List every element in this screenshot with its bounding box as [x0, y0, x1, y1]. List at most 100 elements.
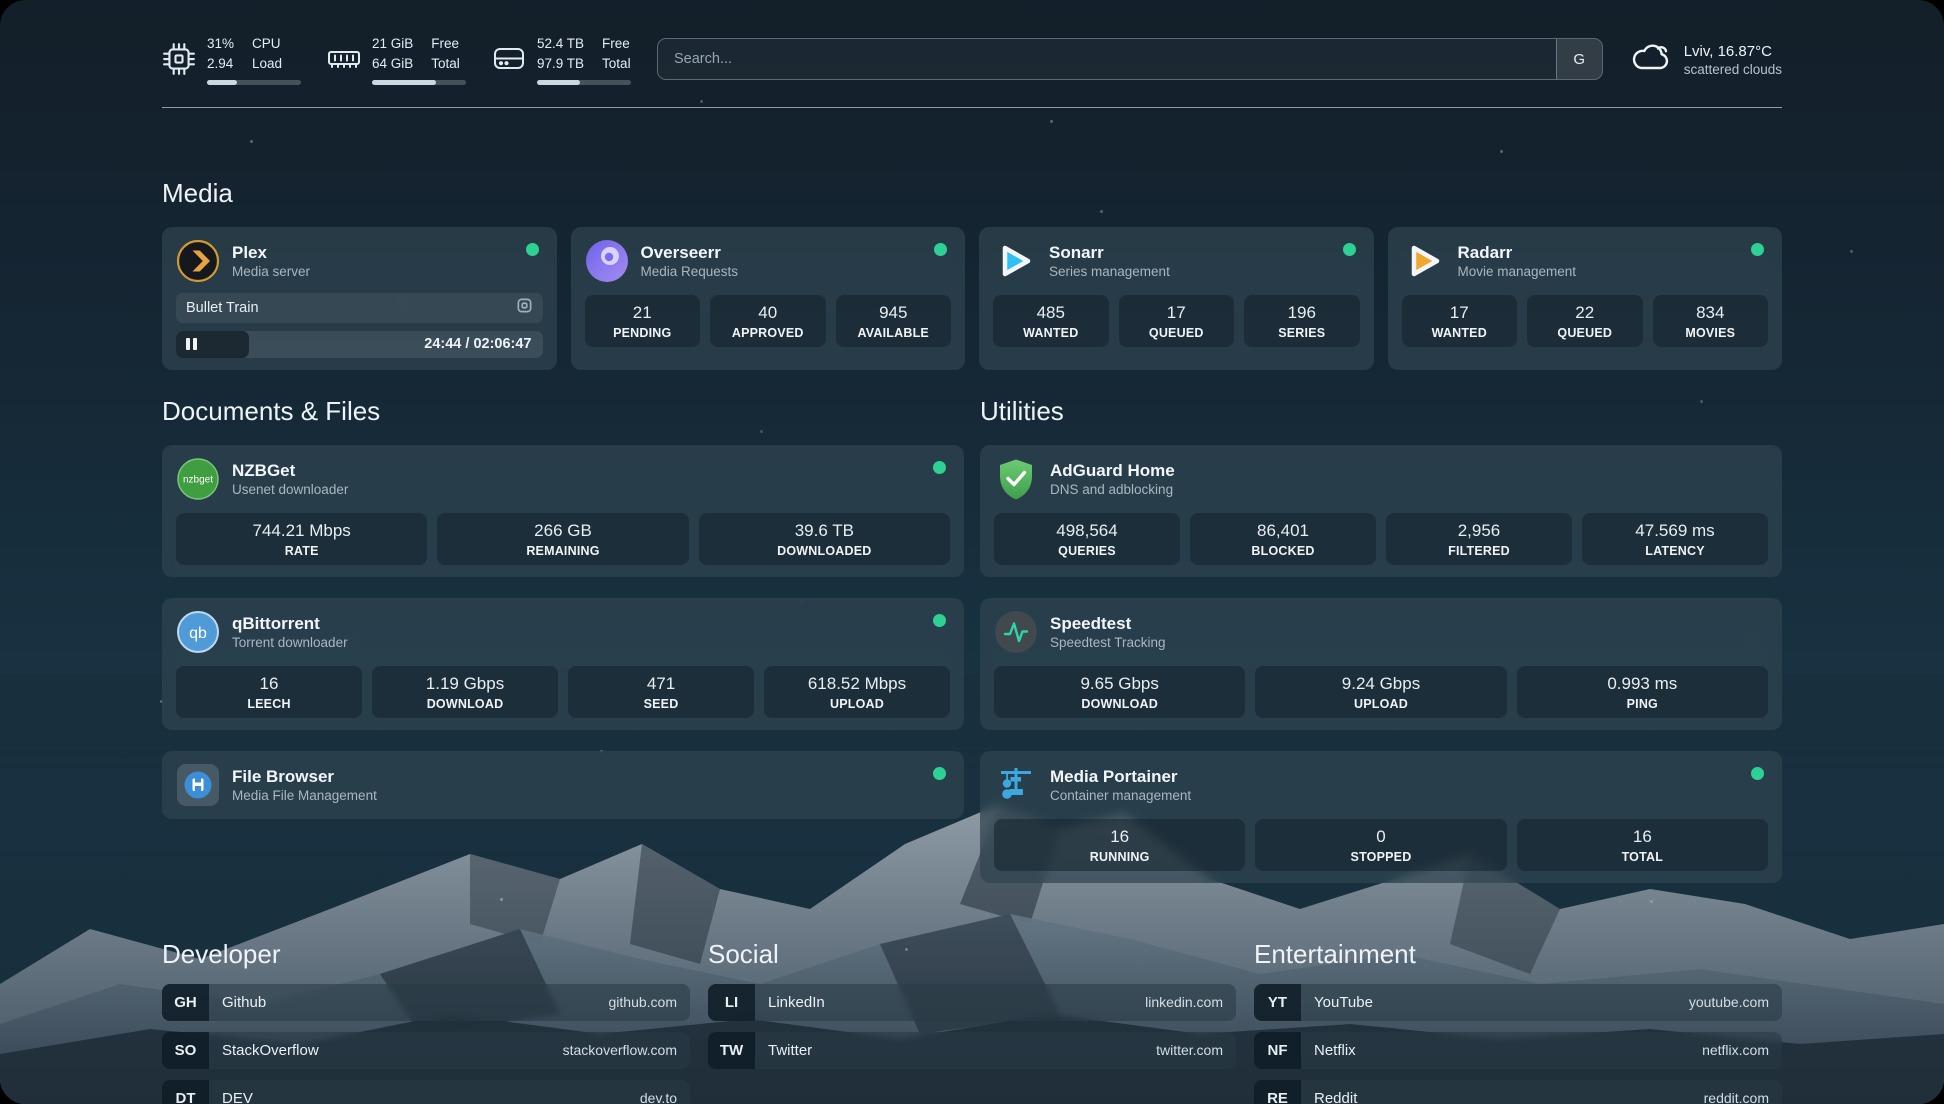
cpu-icon: [162, 42, 196, 76]
filebrowser-card: File Browser Media File Management: [162, 751, 964, 819]
nzbget-stats: 744.21 Mbps RATE 266 GB REMAINING 39.6 T…: [176, 513, 950, 565]
cpu-load-value: 2.94: [207, 54, 234, 74]
bookmark-dev[interactable]: DT DEV dev.to: [162, 1080, 690, 1104]
stat-value: 0: [1259, 827, 1502, 847]
cloud-icon: [1629, 39, 1673, 80]
bookmark-abbr: LI: [708, 984, 755, 1021]
media-section: Plex Media server Bullet Train: [162, 227, 1782, 370]
portainer-stats: 16 RUNNING 0 STOPPED 16 TOTAL: [994, 819, 1768, 871]
portainer-crane-icon: [994, 763, 1038, 807]
bookmark-name: Netflix: [1301, 1042, 1356, 1059]
stat-value: 16: [998, 827, 1241, 847]
bookmark-abbr: NF: [1254, 1032, 1301, 1069]
filebrowser-service-link[interactable]: File Browser Media File Management: [176, 763, 950, 807]
nzbget-subtitle: Usenet downloader: [232, 482, 348, 497]
stat-label: TOTAL: [1521, 850, 1764, 864]
stat-label: FILTERED: [1390, 544, 1568, 558]
bookmark-github[interactable]: GH Github github.com: [162, 984, 690, 1021]
stat-value: 0.993 ms: [1521, 674, 1764, 694]
stat-label: MOVIES: [1657, 326, 1765, 340]
bookmark-netflix[interactable]: NF Netflix netflix.com: [1254, 1032, 1782, 1069]
stat-block: 86,401 BLOCKED: [1190, 513, 1376, 565]
sonarr-title: Sonarr: [1049, 242, 1170, 263]
radarr-subtitle: Movie management: [1458, 264, 1577, 279]
stat-label: QUEUED: [1531, 326, 1639, 340]
media-section-title: Media: [162, 178, 1782, 209]
bookmark-url: reddit.com: [1704, 1090, 1782, 1104]
stat-block: 618.52 Mbps UPLOAD: [764, 666, 950, 718]
search-provider-button[interactable]: G: [1556, 39, 1602, 79]
stat-label: DOWNLOAD: [376, 697, 554, 711]
radarr-icon: [1402, 239, 1446, 283]
disk-total-value: 97.9 TB: [537, 54, 584, 74]
stat-block: 40 APPROVED: [710, 295, 826, 347]
adguard-card: AdGuard Home DNS and adblocking 498,564 …: [980, 445, 1782, 577]
stat-block: 744.21 Mbps RATE: [176, 513, 427, 565]
cpu-widget: 31% 2.94 CPU Load: [162, 34, 301, 85]
sonarr-stats: 485 WANTED 17 QUEUED 196 SERIES: [993, 295, 1360, 347]
stat-value: 21: [589, 303, 697, 323]
radarr-service-link[interactable]: Radarr Movie management: [1402, 239, 1769, 283]
portainer-status-dot: [1751, 767, 1764, 780]
qbittorrent-service-link[interactable]: qb qBittorrent Torrent downloader: [176, 610, 950, 654]
utilities-section-title: Utilities: [980, 396, 1782, 427]
stat-label: QUERIES: [998, 544, 1176, 558]
disk-label-1: Free: [602, 34, 631, 54]
bookmark-url: github.com: [609, 994, 690, 1010]
stat-value: 2,956: [1390, 521, 1568, 541]
stat-block: 2,956 FILTERED: [1386, 513, 1572, 565]
radarr-status-dot: [1751, 243, 1764, 256]
plex-expand-icon[interactable]: [516, 297, 533, 318]
stat-block: 47.569 ms LATENCY: [1582, 513, 1768, 565]
bookmark-twitter[interactable]: TW Twitter twitter.com: [708, 1032, 1236, 1069]
disk-progress-track: [537, 80, 631, 85]
bookmark-stackoverflow[interactable]: SO StackOverflow stackoverflow.com: [162, 1032, 690, 1069]
radarr-title: Radarr: [1458, 242, 1577, 263]
stat-block: 1.19 Gbps DOWNLOAD: [372, 666, 558, 718]
bookmark-abbr: RE: [1254, 1080, 1301, 1104]
stat-value: 1.19 Gbps: [376, 674, 554, 694]
stat-block: 0 STOPPED: [1255, 819, 1506, 871]
bookmark-abbr: SO: [162, 1032, 209, 1069]
filebrowser-status-dot: [933, 767, 946, 780]
stat-block: 0.993 ms PING: [1517, 666, 1768, 718]
search-input[interactable]: [658, 39, 1556, 79]
stat-label: SEED: [572, 697, 750, 711]
speedtest-card: Speedtest Speedtest Tracking 9.65 Gbps D…: [980, 598, 1782, 730]
disk-progress-fill: [537, 80, 580, 85]
overseerr-card: Overseerr Media Requests 21 PENDING 40 A…: [571, 227, 966, 370]
developer-section-title: Developer: [162, 939, 690, 970]
plex-service-link[interactable]: Plex Media server: [176, 239, 543, 283]
memory-labels: Free Total: [431, 34, 460, 75]
stat-block: 16 TOTAL: [1517, 819, 1768, 871]
cpu-label-1: CPU: [252, 34, 282, 54]
search-box: G: [657, 38, 1603, 80]
adguard-service-link[interactable]: AdGuard Home DNS and adblocking: [994, 457, 1768, 501]
bookmark-name: Twitter: [755, 1042, 812, 1059]
qbittorrent-card: qb qBittorrent Torrent downloader: [162, 598, 964, 730]
disk-labels: Free Total: [602, 34, 631, 75]
stat-block: 9.24 Gbps UPLOAD: [1255, 666, 1506, 718]
sonarr-status-dot: [1343, 243, 1356, 256]
overseerr-status-dot: [934, 243, 947, 256]
overseerr-title: Overseerr: [641, 242, 739, 263]
bookmark-reddit[interactable]: RE Reddit reddit.com: [1254, 1080, 1782, 1104]
nzbget-service-link[interactable]: nzbget NZBGet Usenet downloader: [176, 457, 950, 501]
utilities-section: Utilities: [980, 396, 1782, 883]
stat-label: BLOCKED: [1194, 544, 1372, 558]
qbittorrent-icon: qb: [176, 610, 220, 654]
stat-block: 196 SERIES: [1244, 295, 1360, 347]
memory-label-1: Free: [431, 34, 460, 54]
weather-widget[interactable]: Lviv, 16.87°C scattered clouds: [1629, 39, 1782, 80]
speedtest-service-link[interactable]: Speedtest Speedtest Tracking: [994, 610, 1768, 654]
bookmark-name: DEV: [209, 1090, 253, 1104]
bookmark-youtube[interactable]: YT YouTube youtube.com: [1254, 984, 1782, 1021]
svg-text:qb: qb: [189, 625, 207, 642]
overseerr-service-link[interactable]: Overseerr Media Requests: [585, 239, 952, 283]
stat-value: 9.24 Gbps: [1259, 674, 1502, 694]
portainer-service-link[interactable]: Media Portainer Container management: [994, 763, 1768, 807]
sonarr-service-link[interactable]: Sonarr Series management: [993, 239, 1360, 283]
adguard-subtitle: DNS and adblocking: [1050, 482, 1175, 497]
memory-icon: [327, 46, 361, 72]
bookmark-linkedin[interactable]: LI LinkedIn linkedin.com: [708, 984, 1236, 1021]
